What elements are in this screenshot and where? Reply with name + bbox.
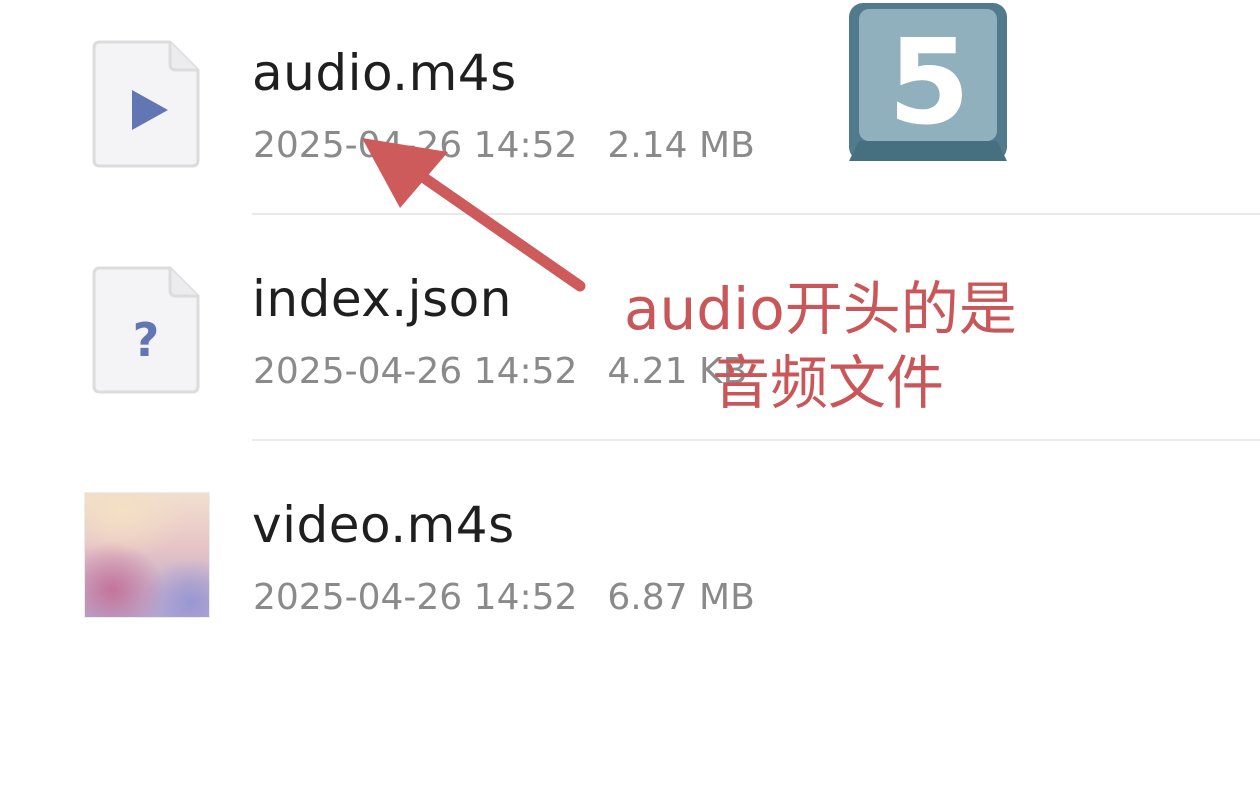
audio-file-icon: [92, 40, 200, 168]
unknown-file-icon: ?: [92, 266, 200, 394]
annotation-line-1: audio开头的是: [624, 275, 1017, 343]
svg-text:?: ?: [133, 313, 160, 367]
file-name: video.m4s: [252, 496, 515, 554]
file-meta: 2025-04-26 14:52 6.87 MB: [253, 577, 755, 618]
file-list-page: audio.m4s 2025-04-26 14:52 2.14 MB ? inde…: [0, 0, 1260, 804]
file-row-video[interactable]: video.m4s 2025-04-26 14:52 6.87 MB: [0, 452, 1260, 678]
file-size: 2.14 MB: [607, 125, 755, 166]
file-date: 2025-04-26 14:52: [253, 577, 578, 618]
step-badge-label: 5: [888, 13, 970, 151]
row-divider: [252, 213, 1260, 215]
file-meta: 2025-04-26 14:52 2.14 MB: [253, 125, 755, 166]
file-date: 2025-04-26 14:52: [253, 351, 578, 392]
file-row-audio[interactable]: audio.m4s 2025-04-26 14:52 2.14 MB: [0, 0, 1260, 226]
file-date: 2025-04-26 14:52: [253, 125, 578, 166]
file-size: 6.87 MB: [607, 577, 755, 618]
annotation-line-2: 音频文件: [712, 349, 945, 417]
file-name: audio.m4s: [252, 44, 517, 102]
annotation-text: audio开头的是 音频文件: [624, 272, 1017, 420]
video-thumbnail: [84, 492, 210, 618]
file-name: index.json: [252, 270, 512, 328]
row-divider: [252, 439, 1260, 441]
keycap-5-icon: 5: [849, 3, 1007, 161]
